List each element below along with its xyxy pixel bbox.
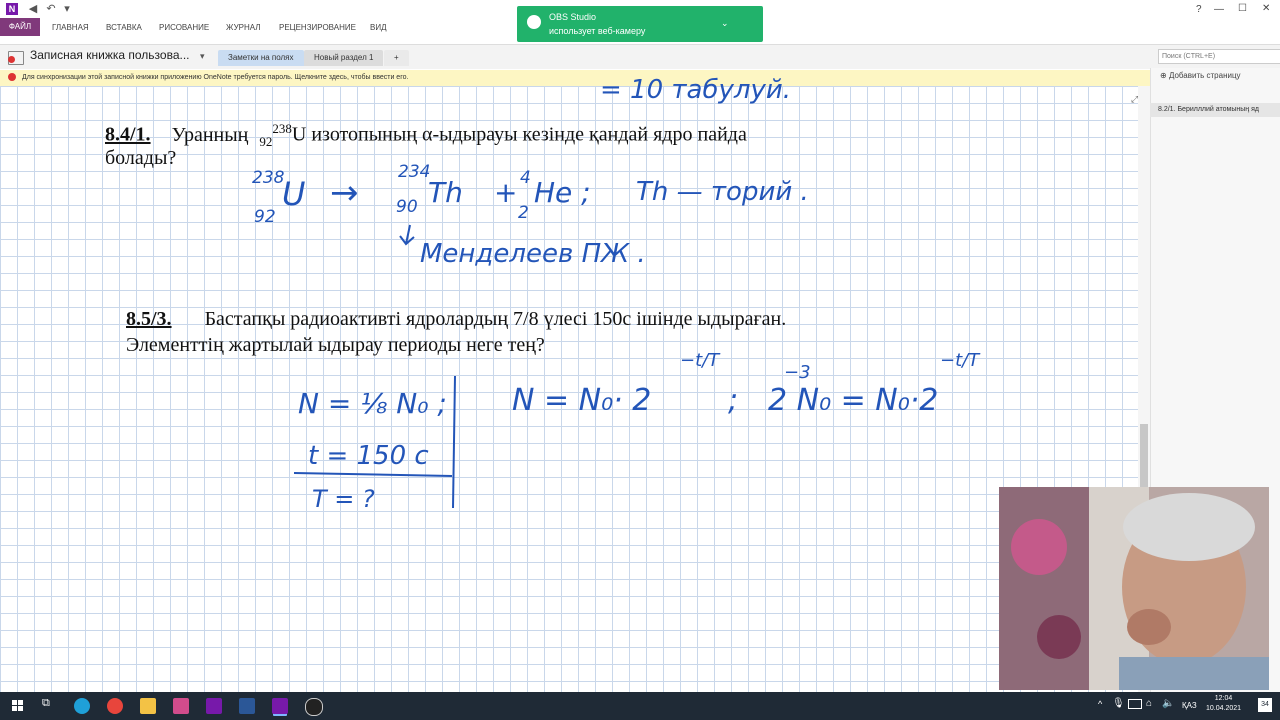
file-explorer-icon[interactable] [140, 698, 156, 714]
clock-time: 12:04 [1214, 695, 1233, 702]
ink-he-mass: 4 [520, 168, 531, 188]
snip-tool-icon[interactable] [173, 698, 189, 714]
ink-formula2: 2 N₀ = N₀·2 [768, 383, 938, 418]
ink-mendeleev: Менделеев ПЖ . [420, 239, 646, 269]
ink-u-charge: 92 [254, 207, 276, 227]
notification-center-button[interactable]: 34 [1258, 698, 1272, 712]
ink-u: U [282, 175, 305, 213]
battery-icon[interactable] [1128, 699, 1142, 709]
ink-formula2-pre: −3 [784, 362, 811, 383]
ink-semicolon: ; [728, 383, 738, 418]
ink-arrow: → [330, 173, 359, 213]
ink-plus: + [494, 176, 517, 209]
webcam-overlay [999, 487, 1269, 690]
restore-button[interactable]: ☐ [1238, 3, 1247, 14]
handwriting-ink: = 10 табулуй. 238 92 U → 234 90 Th + 4 2… [252, 75, 981, 513]
volume-icon[interactable]: 🔈 [1162, 698, 1174, 709]
ink-th-mass: 234 [398, 162, 430, 182]
scrollbar-thumb[interactable] [1140, 424, 1148, 494]
ink-thorium: Th — торий . [636, 177, 809, 207]
close-button[interactable]: ✕ [1262, 3, 1270, 14]
chrome-icon[interactable] [107, 698, 123, 714]
word-icon[interactable] [239, 698, 255, 714]
ink-given-T: T = ? [312, 485, 375, 513]
ink-given-separator [293, 472, 453, 477]
ink-down-arrow [399, 224, 415, 246]
ink-given-t: t = 150 c [308, 441, 429, 471]
obs-taskbar-icon[interactable] [305, 698, 323, 716]
edge-icon[interactable] [74, 698, 90, 714]
ink-formula1: N = N₀· 2 [512, 383, 651, 418]
ink-he: He ; [534, 176, 591, 209]
task-view-icon[interactable]: ⧉ [42, 697, 50, 710]
ink-th: Th [428, 176, 463, 209]
search-input[interactable]: Поиск (CTRL+E) [1158, 49, 1280, 64]
ink-formula2-exp: −t/T [940, 350, 981, 371]
ink-given-bar [452, 375, 456, 509]
network-icon[interactable]: ⌂ [1146, 698, 1152, 709]
windows-start-icon[interactable] [12, 700, 24, 712]
taskbar [0, 692, 1280, 720]
help-button[interactable]: ? [1196, 4, 1202, 15]
page-list-item[interactable]: 8.2/1. Берилллий атомының яд [1150, 103, 1280, 117]
webcam-image [999, 487, 1269, 690]
ink-he-charge: 2 [518, 203, 529, 223]
add-page-label: Добавить страницу [1168, 71, 1241, 80]
microphone-icon[interactable]: 🎙 [1112, 698, 1125, 709]
ink-formula1-exp: −t/T [680, 350, 721, 371]
minimize-button[interactable]: — [1214, 4, 1224, 15]
clock-date: 10.04.2021 [1206, 705, 1242, 712]
ink-u-mass: 238 [252, 168, 285, 188]
add-page-button[interactable]: ⊕ Добавить страницу [1160, 71, 1241, 80]
language-indicator[interactable]: ҚАЗ [1182, 701, 1197, 710]
ink-th-charge: 90 [396, 197, 418, 217]
onenote-taskbar-icon[interactable] [206, 698, 222, 714]
onenote-active-icon[interactable] [272, 698, 288, 714]
clock[interactable]: 12:04 10.04.2021 [1206, 694, 1241, 714]
ink-top-fragment: = 10 табулуй. [600, 75, 791, 105]
plus-circle-icon: ⊕ [1160, 71, 1169, 80]
ink-given-n: N = ⅛ N₀ ; [298, 387, 447, 420]
chevron-up-icon[interactable]: ^ [1098, 699, 1102, 709]
